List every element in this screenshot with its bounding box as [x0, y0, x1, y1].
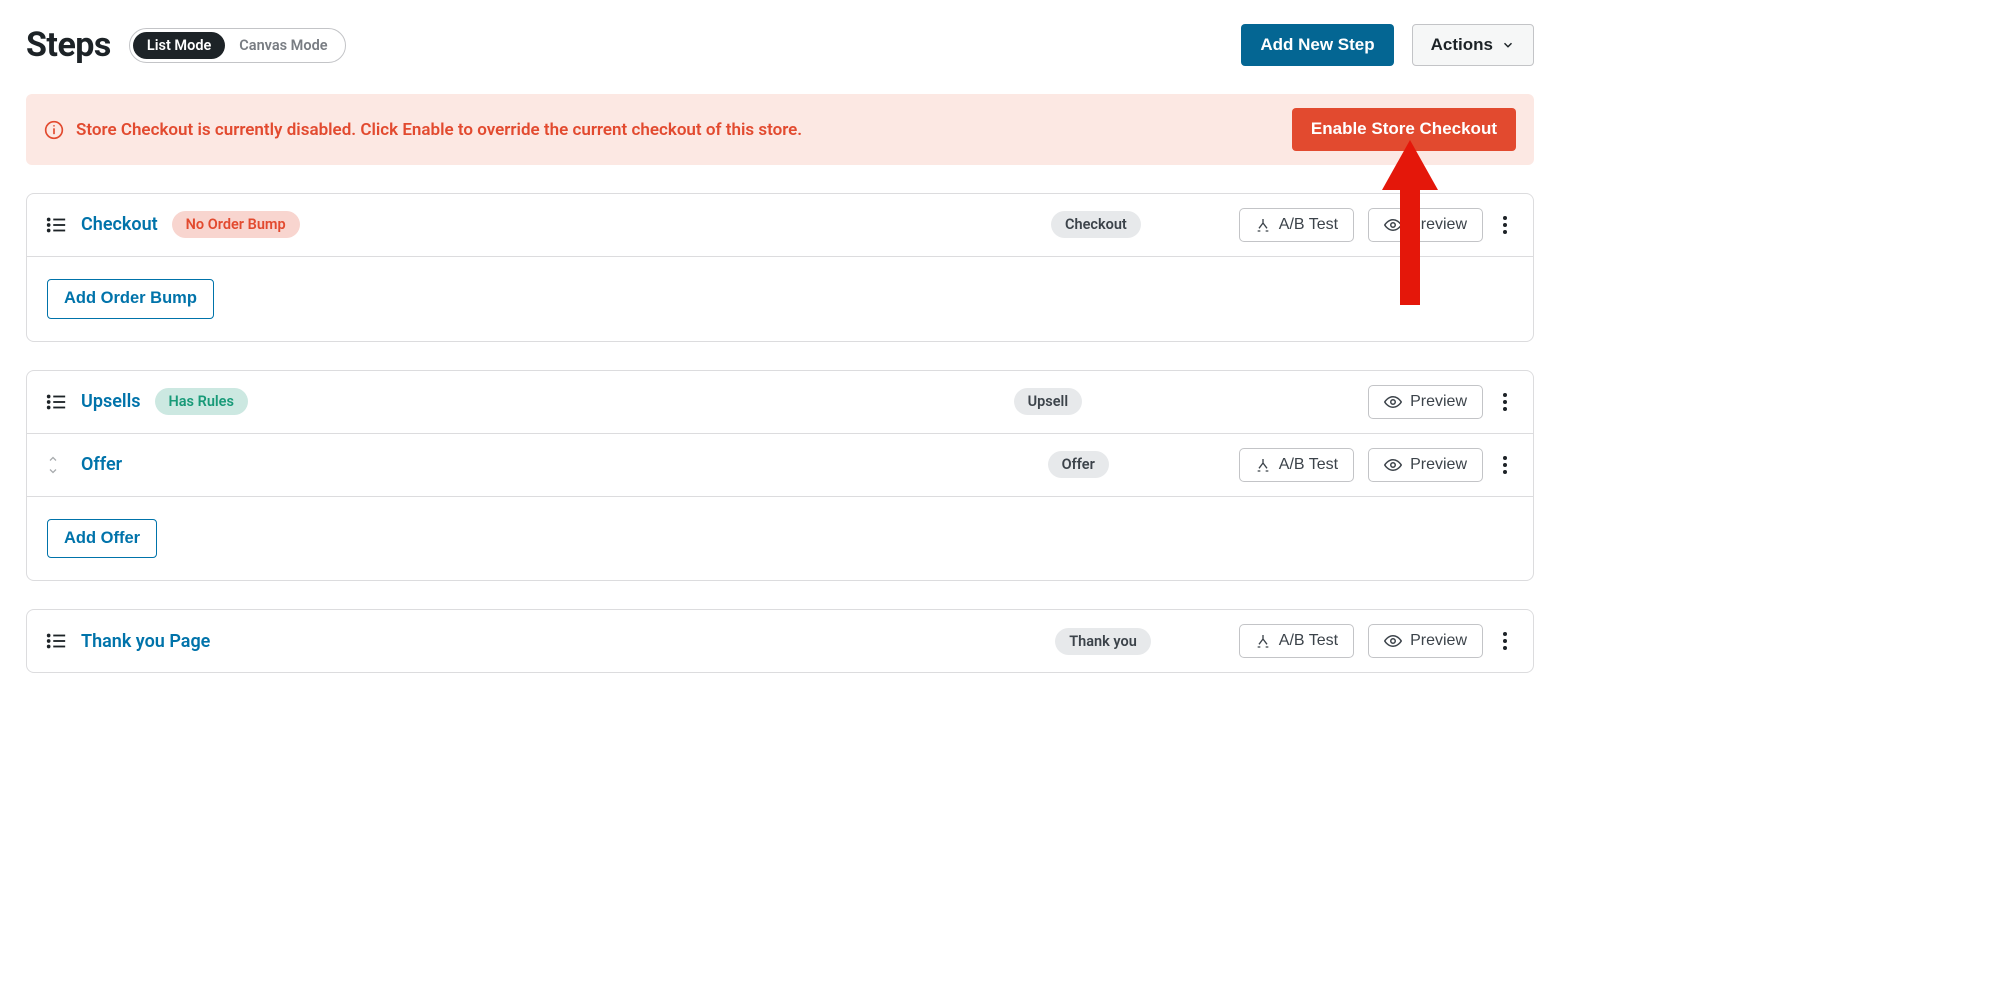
step-title-link[interactable]: Checkout [81, 214, 158, 235]
page-title: Steps [26, 25, 111, 65]
step-row-thankyou: Thank you Page Thank you A/B Test Previe… [27, 610, 1533, 672]
preview-button[interactable]: Preview [1368, 385, 1483, 419]
status-badge-has-rules: Has Rules [155, 388, 248, 415]
enable-store-checkout-button[interactable]: Enable Store Checkout [1292, 108, 1516, 150]
type-badge-thankyou: Thank you [1055, 628, 1151, 655]
add-new-step-button[interactable]: Add New Step [1241, 24, 1393, 66]
info-icon [44, 120, 64, 140]
preview-button[interactable]: Preview [1368, 208, 1483, 242]
mode-list[interactable]: List Mode [133, 32, 225, 59]
split-icon [1255, 633, 1271, 649]
preview-button[interactable]: Preview [1368, 624, 1483, 658]
step-card-checkout: Checkout No Order Bump Checkout A/B Test… [26, 193, 1534, 342]
ab-test-label: A/B Test [1279, 632, 1338, 650]
eye-icon [1384, 393, 1402, 411]
step-card-upsells: Upsells Has Rules Upsell Preview Offer O… [26, 370, 1534, 582]
type-badge-offer: Offer [1048, 451, 1109, 478]
add-order-bump-button[interactable]: Add Order Bump [47, 279, 214, 319]
eye-icon [1384, 632, 1402, 650]
add-offer-row: Add Offer [27, 497, 1533, 581]
step-row-checkout: Checkout No Order Bump Checkout A/B Test… [27, 194, 1533, 257]
eye-icon [1384, 216, 1402, 234]
chevron-up-icon [45, 453, 61, 465]
type-badge-checkout: Checkout [1051, 211, 1141, 238]
type-badge-upsell: Upsell [1014, 388, 1082, 415]
actions-button[interactable]: Actions [1412, 24, 1534, 66]
more-menu-button[interactable] [1497, 387, 1513, 417]
sort-arrows[interactable] [45, 453, 61, 477]
ab-test-button[interactable]: A/B Test [1239, 208, 1354, 242]
status-badge-no-bump: No Order Bump [172, 211, 300, 238]
ab-test-button[interactable]: A/B Test [1239, 624, 1354, 658]
offer-title-link[interactable]: Offer [81, 454, 122, 475]
actions-label: Actions [1431, 35, 1493, 55]
ab-test-button[interactable]: A/B Test [1239, 448, 1354, 482]
more-menu-button[interactable] [1497, 210, 1513, 240]
more-menu-button[interactable] [1497, 450, 1513, 480]
add-offer-button[interactable]: Add Offer [47, 519, 157, 559]
banner-text: Store Checkout is currently disabled. Cl… [76, 120, 1280, 140]
preview-label: Preview [1410, 456, 1467, 474]
chevron-down-icon [1501, 38, 1515, 52]
preview-label: Preview [1410, 216, 1467, 234]
step-card-thankyou: Thank you Page Thank you A/B Test Previe… [26, 609, 1534, 673]
preview-label: Preview [1410, 632, 1467, 650]
eye-icon [1384, 456, 1402, 474]
drag-handle-icon[interactable] [45, 391, 67, 413]
ab-test-label: A/B Test [1279, 216, 1338, 234]
drag-handle-icon[interactable] [45, 214, 67, 236]
step-row-upsells: Upsells Has Rules Upsell Preview [27, 371, 1533, 434]
ab-test-label: A/B Test [1279, 456, 1338, 474]
mode-canvas[interactable]: Canvas Mode [225, 32, 341, 59]
more-menu-button[interactable] [1497, 626, 1513, 656]
chevron-down-icon [45, 465, 61, 477]
step-title-link[interactable]: Thank you Page [81, 631, 210, 652]
preview-button[interactable]: Preview [1368, 448, 1483, 482]
drag-handle-icon[interactable] [45, 630, 67, 652]
preview-label: Preview [1410, 393, 1467, 411]
split-icon [1255, 457, 1271, 473]
add-bump-row: Add Order Bump [27, 257, 1533, 341]
view-mode-toggle: List Mode Canvas Mode [129, 28, 346, 63]
store-checkout-disabled-banner: Store Checkout is currently disabled. Cl… [26, 94, 1534, 164]
page-header: Steps List Mode Canvas Mode Add New Step… [26, 24, 1534, 66]
step-title-link[interactable]: Upsells [81, 391, 141, 412]
split-icon [1255, 217, 1271, 233]
offer-row: Offer Offer A/B Test Preview [27, 434, 1533, 497]
